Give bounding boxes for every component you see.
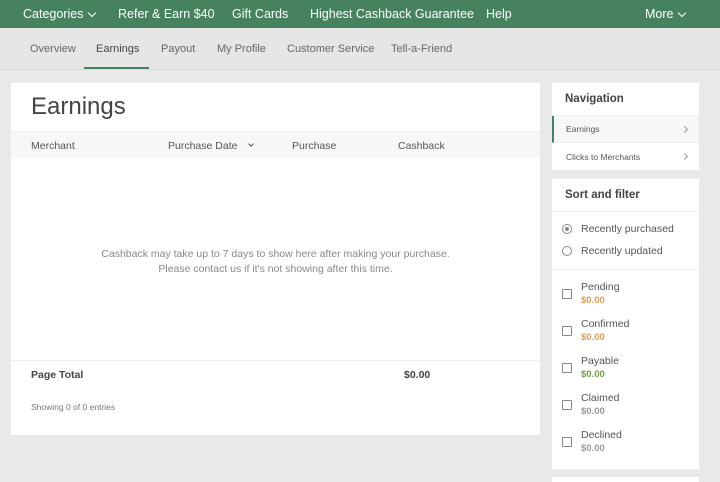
tab-tell-a-friend[interactable]: Tell-a-Friend <box>391 28 452 70</box>
navigation-title: Navigation <box>552 83 699 116</box>
checkbox-icon <box>562 326 572 336</box>
account-tabs: Overview Earnings Payout My Profile Cust… <box>0 28 720 70</box>
divider <box>552 269 699 270</box>
page-total-row: Page Total $0.00 <box>11 360 540 388</box>
help-link[interactable]: Help <box>486 0 512 28</box>
chevron-down-icon <box>88 8 97 17</box>
sort-option-label: Recently purchased <box>581 223 674 235</box>
checkbox-icon <box>562 289 572 299</box>
sort-option-label: Recently updated <box>581 245 663 257</box>
filter-confirmed[interactable]: Confirmed $0.00 <box>562 316 692 346</box>
page-total-value: $0.00 <box>404 369 431 381</box>
nav-item-earnings[interactable]: Earnings <box>552 116 699 143</box>
checkbox-icon <box>562 363 572 373</box>
navigation-card: Navigation Earnings Clicks to Merchants <box>552 83 699 170</box>
refer-earn-link[interactable]: Refer & Earn $40 <box>118 0 215 28</box>
status-label: Declined <box>581 429 622 441</box>
tab-payout[interactable]: Payout <box>161 28 195 70</box>
sort-recently-purchased[interactable]: Recently purchased <box>562 222 674 236</box>
page-total-label: Page Total <box>31 369 84 381</box>
column-cashback[interactable]: Cashback <box>398 132 445 159</box>
status-label: Confirmed <box>581 318 630 330</box>
active-tab-indicator <box>84 67 149 69</box>
sort-filter-card: Sort and filter Recently purchased Recen… <box>552 179 699 469</box>
status-amount: $0.00 <box>581 406 605 417</box>
column-merchant[interactable]: Merchant <box>31 132 75 159</box>
categories-menu[interactable]: Categories <box>23 0 97 28</box>
filter-pending[interactable]: Pending $0.00 <box>562 279 692 309</box>
status-amount: $0.00 <box>581 332 605 343</box>
checkbox-icon <box>562 400 572 410</box>
status-label: Payable <box>581 355 619 367</box>
empty-state-message: Cashback may take up to 7 days to show h… <box>11 247 540 277</box>
status-amount: $0.00 <box>581 369 605 380</box>
sort-filter-title: Sort and filter <box>552 179 699 212</box>
column-purchase-date[interactable]: Purchase Date <box>168 132 255 159</box>
nav-item-clicks-to-merchants[interactable]: Clicks to Merchants <box>552 143 699 170</box>
status-amount: $0.00 <box>581 443 605 454</box>
nav-item-label: Earnings <box>566 124 600 134</box>
more-label: More <box>645 7 674 21</box>
status-label: Pending <box>581 281 620 293</box>
column-purchase[interactable]: Purchase <box>292 132 336 159</box>
checkbox-icon <box>562 437 572 447</box>
cashback-guarantee-link[interactable]: Highest Cashback Guarantee <box>310 0 474 28</box>
filter-declined[interactable]: Declined $0.00 <box>562 427 692 457</box>
filter-payable[interactable]: Payable $0.00 <box>562 353 692 383</box>
radio-unselected-icon <box>562 246 572 256</box>
empty-state-line-2: Please contact us if it's not showing af… <box>158 263 393 275</box>
entries-count: Showing 0 of 0 entries <box>31 402 116 412</box>
earnings-table-header: Merchant Purchase Date Purchase Cashback <box>11 131 540 158</box>
filter-claimed[interactable]: Claimed $0.00 <box>562 390 692 420</box>
page-title: Earnings <box>31 93 126 120</box>
tab-overview[interactable]: Overview <box>30 28 76 70</box>
earnings-panel: Earnings Merchant Purchase Date Purchase… <box>11 83 540 435</box>
status-label: Claimed <box>581 392 620 404</box>
status-amount: $0.00 <box>581 295 605 306</box>
categories-label: Categories <box>23 7 84 21</box>
next-card <box>552 477 699 482</box>
chevron-right-icon <box>680 125 689 134</box>
more-menu[interactable]: More <box>645 0 687 28</box>
gift-cards-link[interactable]: Gift Cards <box>232 0 288 28</box>
sort-recently-updated[interactable]: Recently updated <box>562 244 663 258</box>
chevron-right-icon <box>680 152 689 161</box>
tab-my-profile[interactable]: My Profile <box>217 28 266 70</box>
empty-state-line-1: Cashback may take up to 7 days to show h… <box>101 248 450 260</box>
tab-earnings[interactable]: Earnings <box>96 28 139 70</box>
sort-chevron-down-icon <box>248 141 255 147</box>
radio-selected-icon <box>562 224 572 234</box>
tab-customer-service[interactable]: Customer Service <box>287 28 374 70</box>
chevron-down-icon <box>678 8 687 17</box>
top-nav-bar: Categories Refer & Earn $40 Gift Cards H… <box>0 0 720 28</box>
nav-item-label: Clicks to Merchants <box>566 151 641 162</box>
column-purchase-date-label: Purchase Date <box>168 139 238 152</box>
